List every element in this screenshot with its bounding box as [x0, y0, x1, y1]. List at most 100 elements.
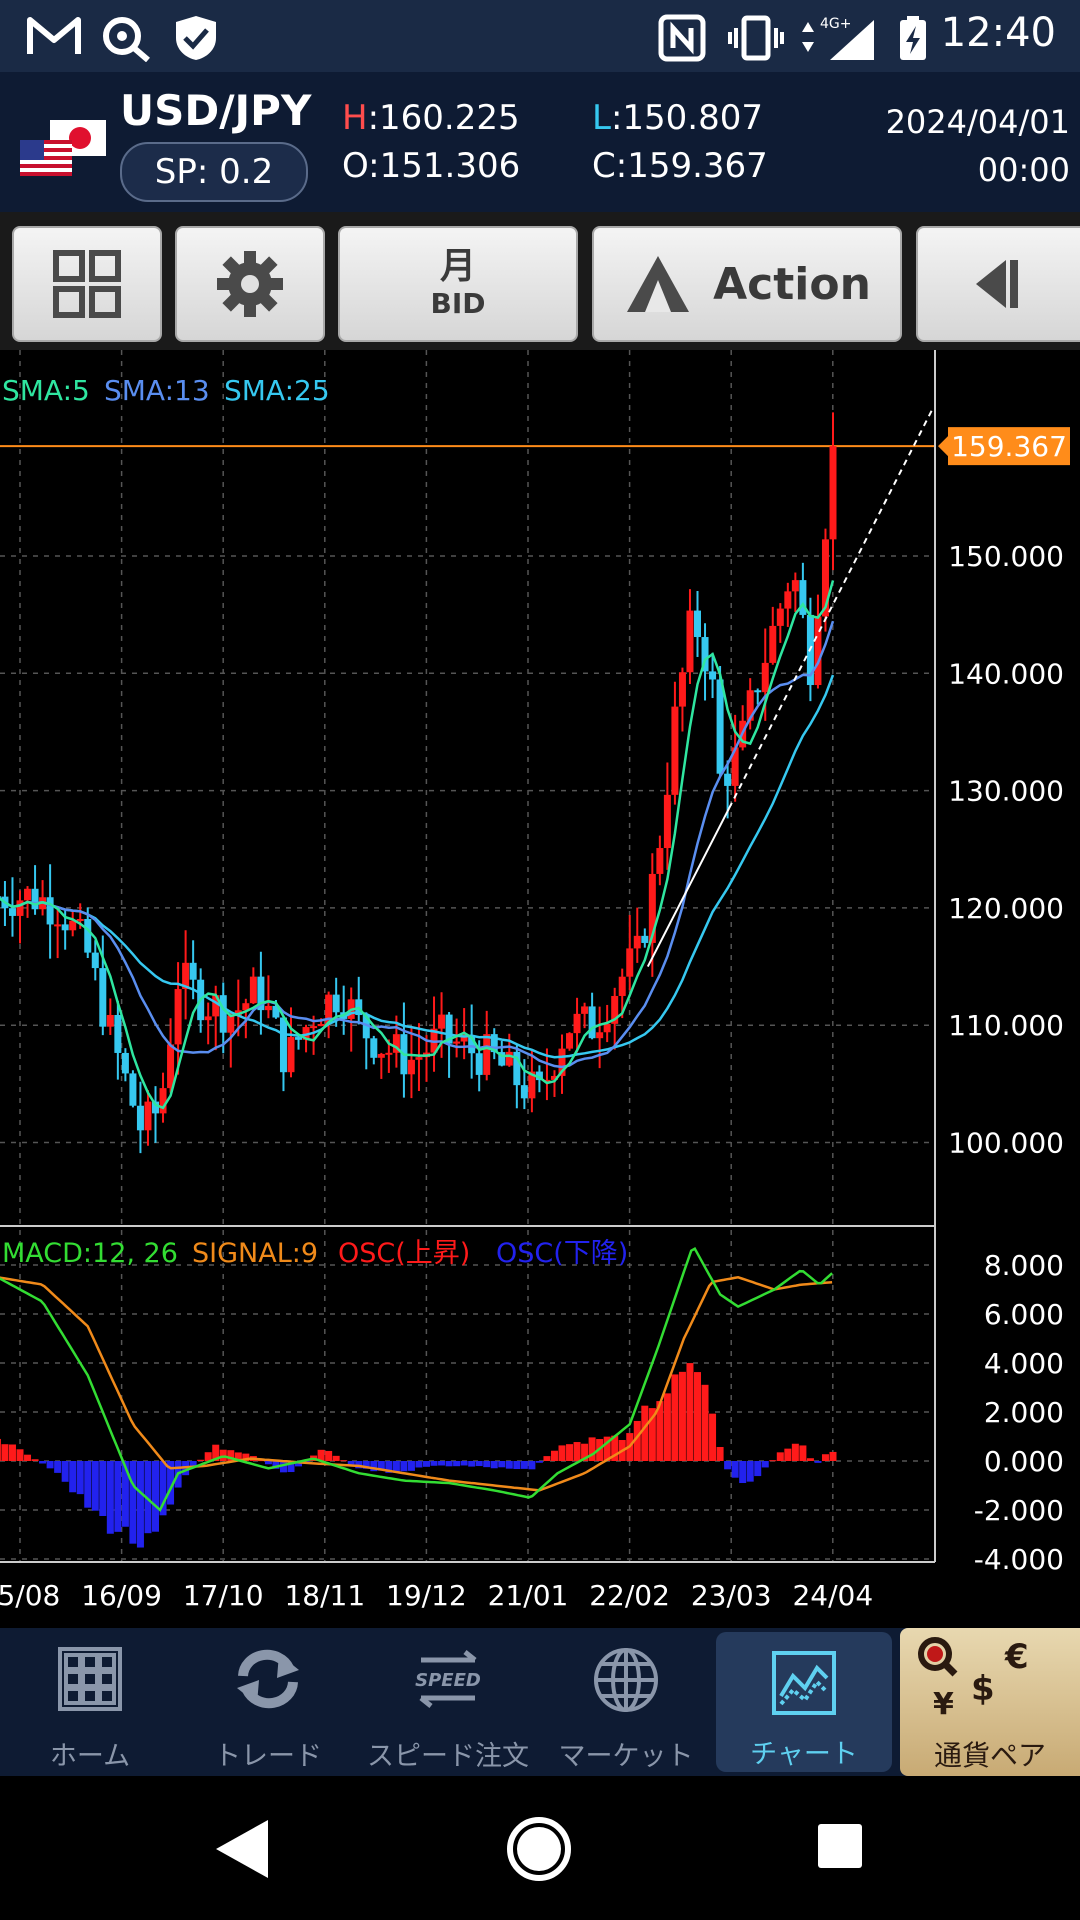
candle-body — [581, 1006, 589, 1014]
osc-bar — [694, 1372, 701, 1461]
legend-osc-down: OSC(下降) — [496, 1238, 628, 1269]
osc-bar — [829, 1451, 837, 1461]
tab-currency-pair[interactable]: € $ ¥ 通貨ペア — [900, 1628, 1080, 1776]
candle-body — [791, 580, 799, 592]
status-bar: 4G+ 12:40 — [0, 0, 1080, 72]
svg-text:$: $ — [971, 1669, 995, 1709]
quote-header: USD/JPY SP: 0.2 H:160.225 L:150.807 O:15… — [0, 72, 1080, 212]
osc-bar — [550, 1450, 558, 1461]
low-key: L — [592, 98, 611, 138]
bar-time: 00:00 — [977, 151, 1070, 189]
osc-bar — [641, 1405, 649, 1461]
sync-key-icon — [103, 17, 150, 62]
clock: 12:40 — [940, 10, 1056, 56]
osc-bar — [430, 1461, 438, 1466]
period-button[interactable]: 月 BID — [338, 226, 578, 342]
osc-bar — [407, 1461, 415, 1471]
y-tick-label: 120.000 — [948, 892, 1064, 925]
layout-button[interactable] — [12, 226, 162, 342]
candle-body — [814, 616, 822, 686]
osc-bar — [686, 1363, 694, 1461]
chart-icon — [772, 1651, 836, 1715]
chart-grid — [0, 350, 935, 1562]
tab-market[interactable]: マーケット — [538, 1628, 714, 1776]
osc-bar — [468, 1461, 476, 1467]
candle-body — [99, 968, 107, 1027]
x-tick-label: 18/11 — [284, 1579, 365, 1612]
candle-body — [121, 1052, 129, 1074]
osc-bar — [69, 1461, 77, 1493]
osc-bar — [490, 1461, 498, 1469]
osc-bar — [784, 1448, 792, 1461]
back-icon[interactable] — [212, 1816, 272, 1882]
legend-macd: MACD:12, 26 — [2, 1238, 178, 1269]
speed-icon: SPEED — [415, 1650, 481, 1708]
usd-jpy-flag-icon — [20, 120, 106, 176]
candle-body — [656, 848, 664, 874]
osc-bar — [415, 1461, 423, 1468]
candle-body — [694, 610, 701, 638]
collapse-button[interactable] — [916, 226, 1080, 342]
osc-bar — [739, 1461, 747, 1484]
candle-body — [626, 948, 634, 977]
tab-speed-order[interactable]: SPEED スピード注文 — [358, 1628, 538, 1776]
macd-y-tick-label: 8.000 — [984, 1249, 1064, 1282]
tab-home[interactable]: ホーム — [2, 1628, 178, 1776]
macd-y-tick-label: 0.000 — [984, 1445, 1064, 1478]
osc-bar — [528, 1461, 536, 1470]
candle-body — [46, 897, 54, 925]
sma13-line — [0, 620, 835, 1069]
tab-trade[interactable]: トレード — [180, 1628, 356, 1776]
svg-text:¥: ¥ — [933, 1687, 954, 1722]
candle-body — [144, 1101, 152, 1131]
candle-body — [370, 1038, 378, 1058]
osc-bar — [724, 1461, 732, 1470]
osc-bar — [264, 1461, 272, 1465]
candle-body — [377, 1053, 385, 1058]
action-button[interactable]: Action — [592, 226, 902, 342]
osc-bar — [61, 1461, 69, 1482]
home-circle-icon[interactable] — [504, 1814, 574, 1884]
price-chart[interactable]: 15/08 16/09 17/10 18/11 19/12 21/01 22/02 23/03… — [0, 350, 1080, 1628]
macd-y-tick-label: 2.000 — [984, 1396, 1064, 1429]
settings-button[interactable] — [175, 226, 325, 342]
candle-body — [438, 1014, 446, 1029]
legend-sma25: SMA:25 — [224, 374, 330, 407]
candle-body — [159, 1088, 167, 1114]
tab-home-label: ホーム — [49, 1741, 131, 1772]
osc-bar — [84, 1461, 92, 1508]
osc-bar — [219, 1449, 227, 1461]
candle-body — [287, 1037, 295, 1073]
recents-icon[interactable] — [816, 1822, 864, 1870]
osc-bar — [678, 1371, 686, 1461]
x-tick-label: 15/08 — [0, 1579, 60, 1612]
osc-bar — [129, 1461, 137, 1544]
high-key: H — [342, 98, 368, 138]
candle-body — [453, 1041, 461, 1044]
current-price-pointer — [938, 436, 948, 457]
tab-trade-label: トレード — [214, 1741, 322, 1772]
candle-body — [588, 1006, 596, 1039]
x-tick-label: 17/10 — [183, 1579, 264, 1612]
currency-pair-title[interactable]: USD/JPY — [120, 86, 311, 135]
y-tick-label: 100.000 — [948, 1127, 1064, 1160]
y-tick-label: 130.000 — [948, 775, 1064, 808]
candle-body — [663, 794, 671, 849]
macd-legend: MACD:12, 26 SIGNAL:9 OSC(上昇) OSC(下降) — [2, 1238, 628, 1269]
spread-badge: SP: 0.2 — [120, 142, 308, 202]
candle-body — [279, 1017, 287, 1073]
osc-bar — [347, 1461, 355, 1465]
osc-bar — [754, 1461, 762, 1477]
tab-chart[interactable]: チャート — [716, 1632, 892, 1772]
candle-body — [167, 1044, 175, 1089]
candle-body — [716, 679, 724, 774]
osc-bar — [671, 1374, 679, 1461]
globe-icon — [594, 1648, 658, 1712]
gmail-icon — [27, 17, 81, 54]
refresh-arrows-icon — [237, 1649, 299, 1709]
candle-body — [264, 1005, 272, 1011]
bottom-tab-bar: ホーム トレード SPEED スピード注文 マーケット チャート € $ ¥ 通… — [0, 1628, 1080, 1776]
osc-bar — [332, 1455, 340, 1461]
x-tick-label: 16/09 — [81, 1579, 162, 1612]
osc-bar — [453, 1461, 461, 1467]
